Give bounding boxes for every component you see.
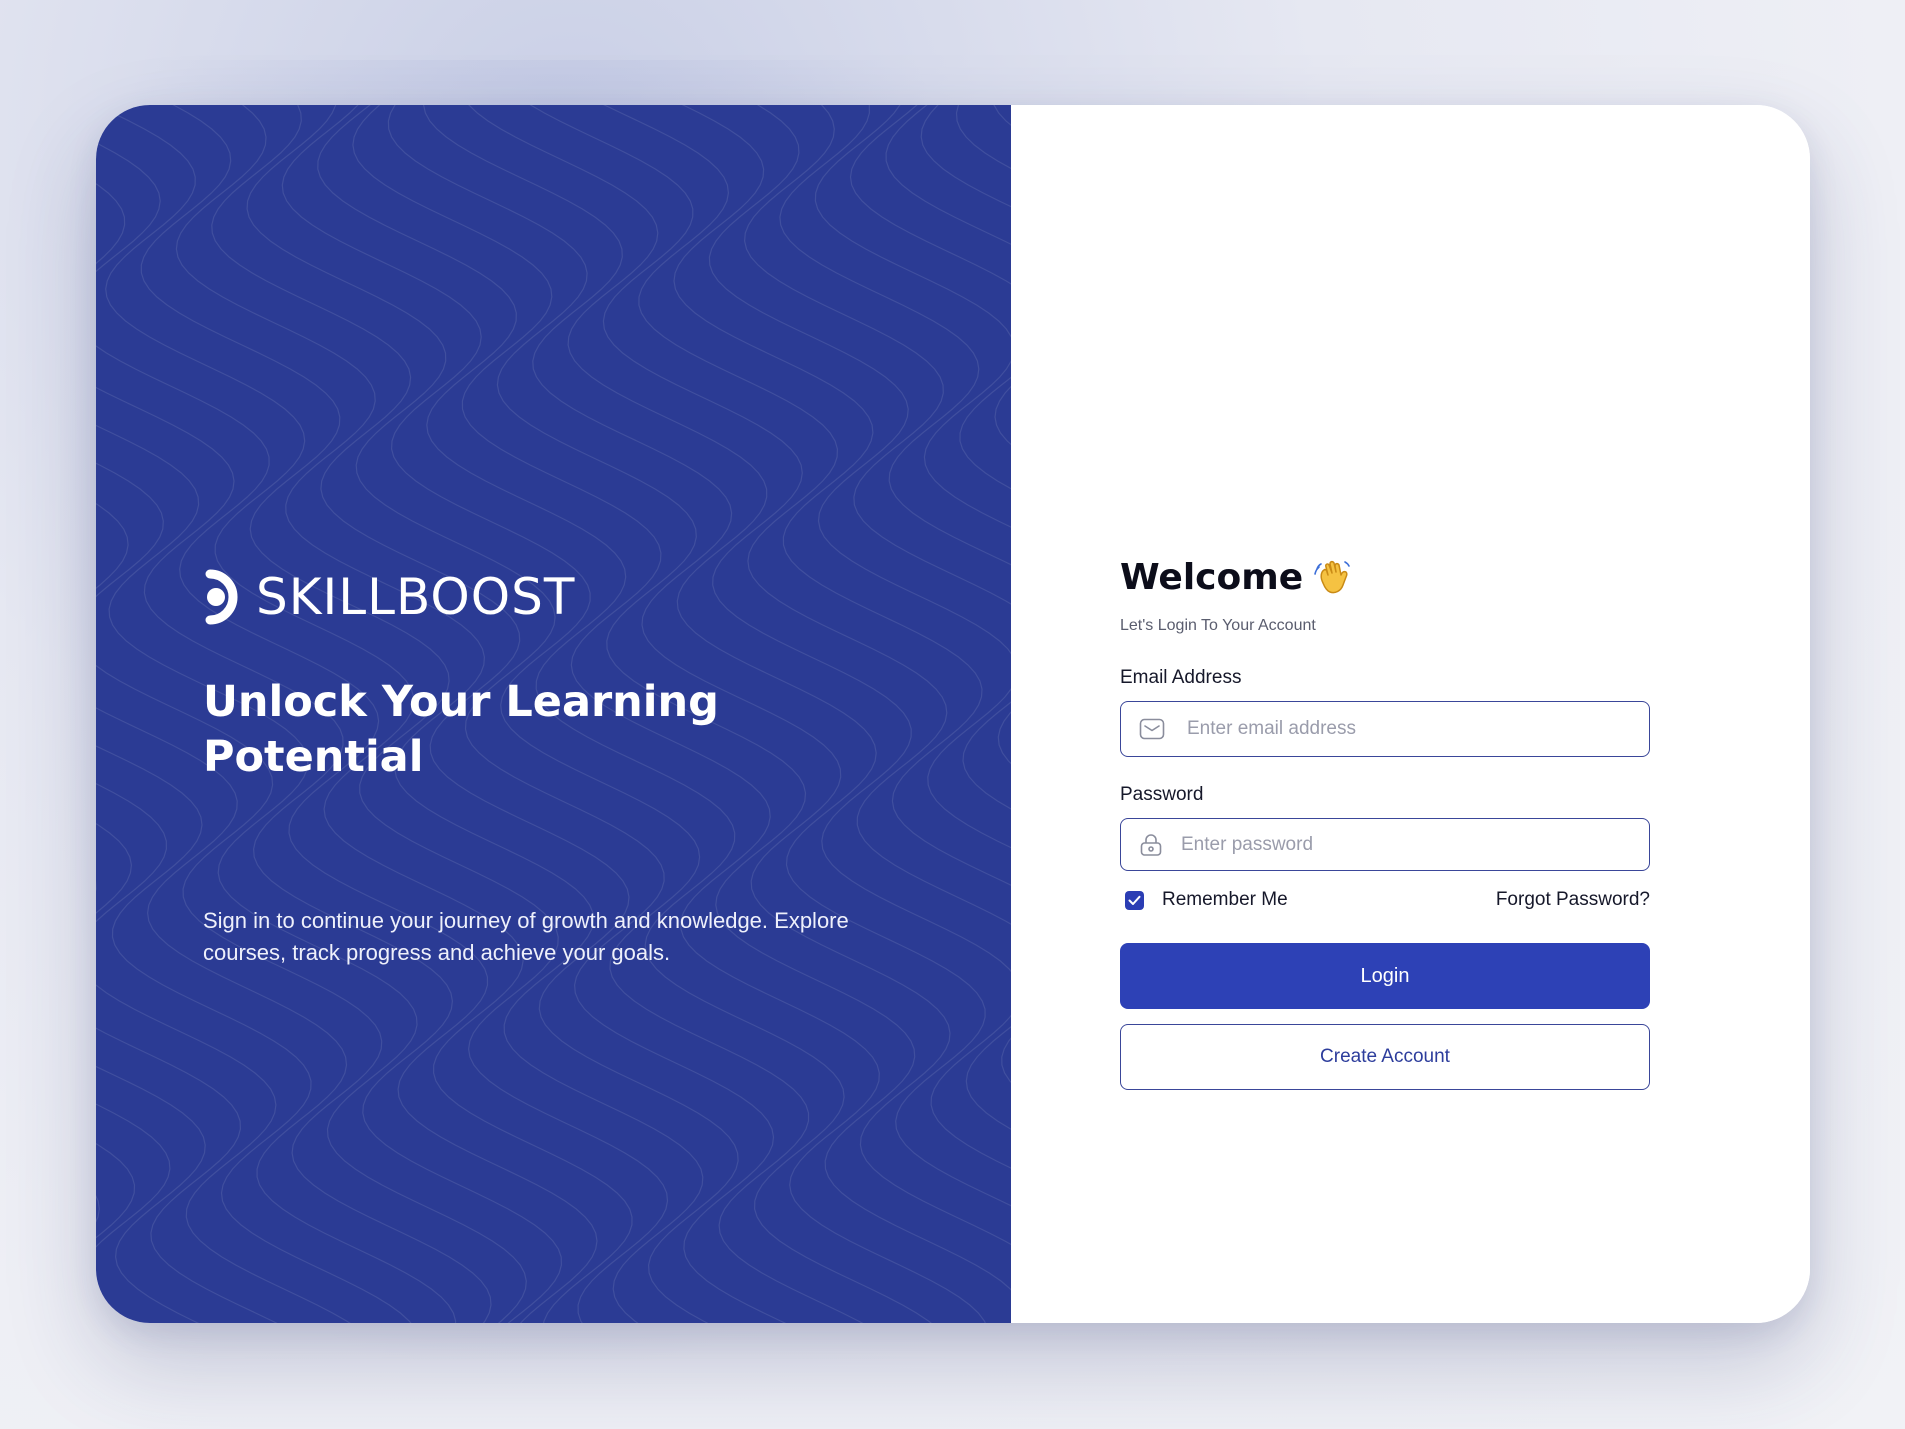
checkmark-icon xyxy=(1128,895,1141,905)
brand-lockup: SKILLBOOST xyxy=(202,567,575,627)
remember-me[interactable]: Remember Me xyxy=(1120,889,1288,911)
wave-line xyxy=(920,105,1011,208)
wave-line xyxy=(96,1194,100,1223)
hero-subtitle: Sign in to continue your journey of grow… xyxy=(203,908,849,965)
skillboost-logo-icon xyxy=(205,569,238,625)
login-card: SKILLBOOST Unlock Your Learning Potentia… xyxy=(96,105,1810,1323)
remember-me-checkbox[interactable] xyxy=(1125,890,1144,910)
login-form: Welcome Let's Login To Your Account Emai… xyxy=(1120,550,1650,1090)
mail-icon xyxy=(1139,718,1165,740)
password-field-wrapper[interactable] xyxy=(1120,818,1650,871)
brand-panel: SKILLBOOST Unlock Your Learning Potentia… xyxy=(96,105,1011,1323)
hero-title: Unlock Your Learning Potential xyxy=(203,677,719,782)
lock-icon xyxy=(1140,833,1162,856)
create-account-button[interactable]: Create Account xyxy=(1120,1024,1650,1090)
welcome-subtitle: Let's Login To Your Account xyxy=(1120,617,1316,634)
forgot-password-link[interactable]: Forgot Password? xyxy=(1496,889,1650,911)
welcome-title: Welcome xyxy=(1120,556,1304,598)
password-label: Password xyxy=(1120,784,1204,805)
login-panel: Welcome Let's Login To Your Account Emai… xyxy=(1011,105,1810,1323)
remember-me-label: Remember Me xyxy=(1162,889,1288,910)
waving-hand-icon xyxy=(1314,560,1350,594)
password-input[interactable] xyxy=(1179,832,1623,857)
email-label: Email Address xyxy=(1120,667,1242,688)
wave-line xyxy=(955,105,1011,170)
login-options-row: Remember Me Forgot Password? xyxy=(1120,887,1650,913)
login-button[interactable]: Login xyxy=(1120,943,1650,1009)
welcome-heading: Welcome xyxy=(1120,550,1650,604)
wave-line xyxy=(993,105,1011,126)
brand-name: SKILLBOOST xyxy=(256,568,576,626)
email-field-wrapper[interactable] xyxy=(1120,701,1650,757)
email-input[interactable] xyxy=(1185,717,1629,741)
